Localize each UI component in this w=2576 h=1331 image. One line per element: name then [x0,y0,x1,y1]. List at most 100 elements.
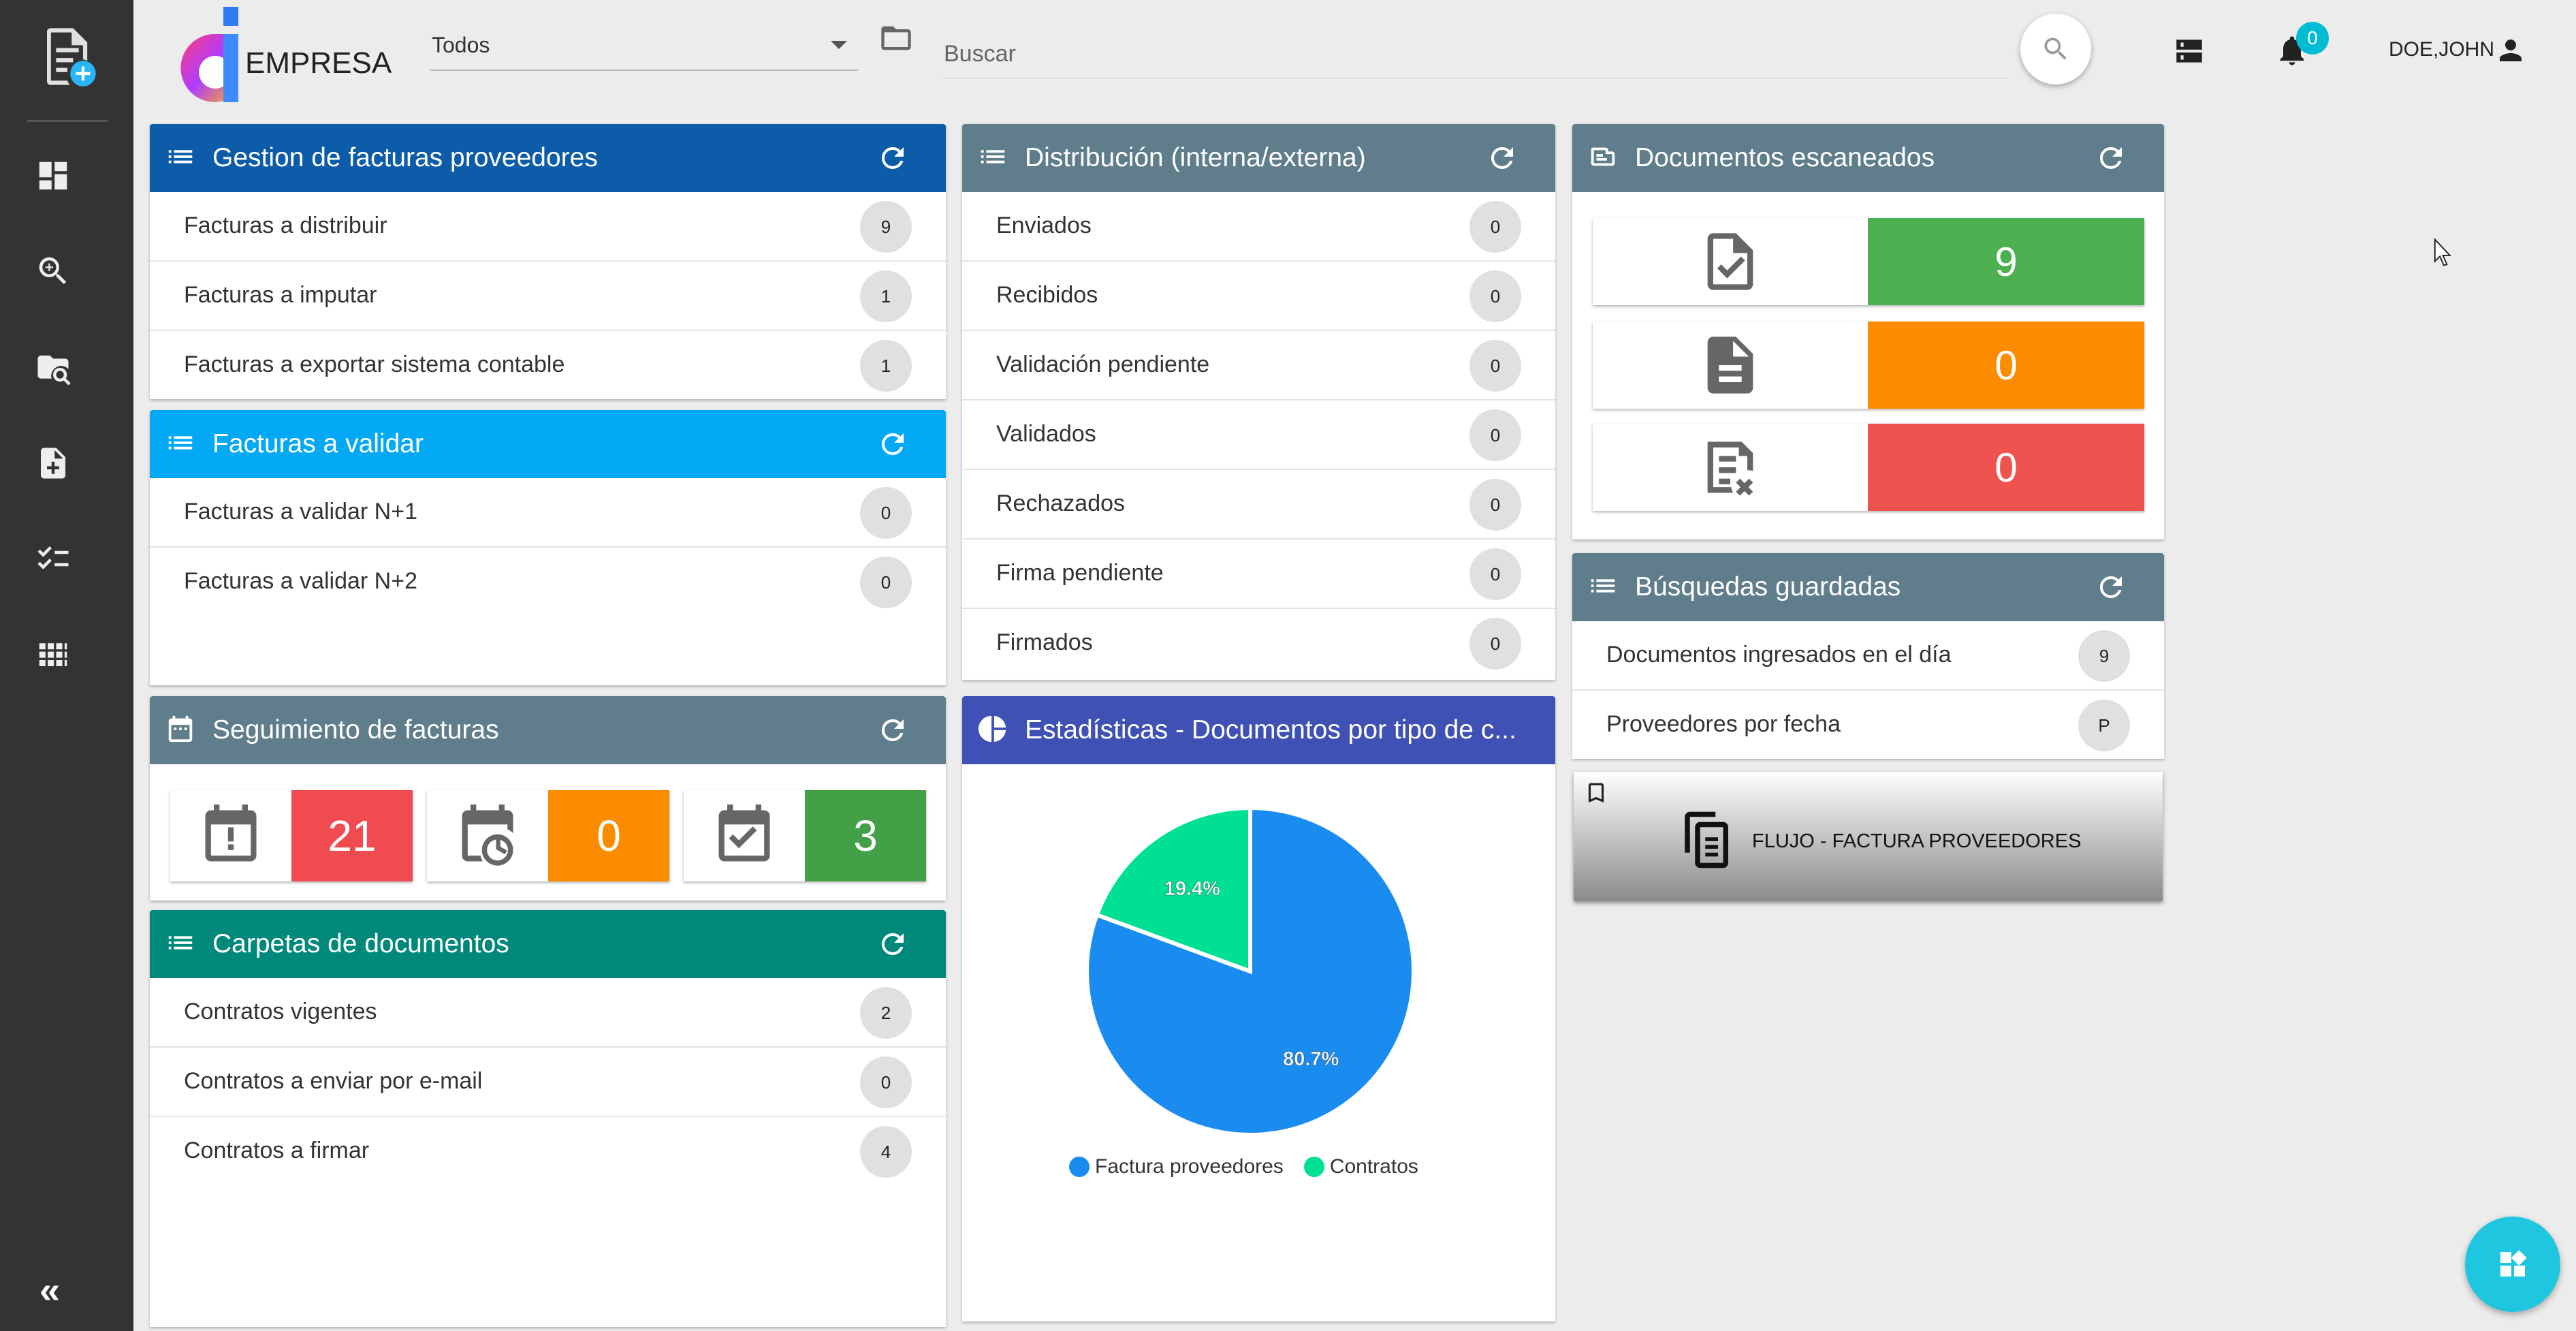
refresh-icon[interactable] [872,924,913,965]
count-badge: 0 [1469,340,1521,392]
checklist-icon[interactable] [33,538,74,579]
search-button[interactable] [2020,14,2091,84]
legend-swatch [1069,1157,1090,1177]
file-document-outline-icon [1677,807,1738,875]
list-icon [165,427,199,461]
mouse-cursor-icon [2434,238,2454,268]
folder-search-icon[interactable] [33,347,74,388]
list-item[interactable]: Facturas a validar N+1 0 [150,478,946,548]
list-item-label: Facturas a imputar [184,282,377,308]
refresh-icon[interactable] [2090,138,2131,178]
user-name[interactable]: DOE,JOHN [2389,38,2494,61]
stat-value: 0 [1868,424,2144,511]
list-item[interactable]: Proveedores por fecha P [1572,691,2164,760]
refresh-icon[interactable] [1482,138,1523,178]
count-badge: 9 [860,201,912,253]
stat-scanned-pending[interactable]: 0 [1593,322,2144,409]
workflow-card-factura-proveedores[interactable]: FLUJO - FACTURA PROVEEDORES [1574,772,2163,901]
list-item[interactable]: Facturas a exportar sistema contable 1 [150,331,946,401]
count-badge: 2 [860,987,912,1039]
stat-pending-invoices[interactable]: 0 [427,790,669,881]
list-item[interactable]: Firma pendiente 0 [962,539,1555,609]
panel-header: Documentos escaneados [1572,124,2164,192]
search-input[interactable] [942,30,2007,79]
new-document-icon[interactable] [30,19,105,94]
panel-title: Carpetas de documentos [212,929,509,958]
list-item-label: Contratos vigentes [184,999,377,1024]
list-item-label: Validados [996,421,1096,447]
count-badge: 4 [860,1126,912,1178]
stat-completed-invoices[interactable]: 3 [684,790,926,881]
workflow-card-label: FLUJO - FACTURA PROVEEDORES [1752,830,2082,852]
panel-header: Seguimiento de facturas [150,696,946,764]
list-item[interactable]: Facturas a distribuir 9 [150,192,946,262]
list-item[interactable]: Validados 0 [962,401,1555,470]
legend-label: Contratos [1329,1155,1418,1178]
stat-overdue-invoices[interactable]: 21 [170,790,413,881]
stat-scanned-valid[interactable]: 9 [1593,218,2144,305]
list-item[interactable]: Facturas a validar N+2 0 [150,548,946,617]
pie-slice-label: 19.4% [1164,878,1220,900]
stat-value: 0 [1868,322,2144,409]
calendar-clock-icon [427,790,548,881]
legend-item[interactable]: Factura proveedores [1069,1155,1284,1178]
bookmark-icon[interactable] [1583,779,1610,810]
list-item[interactable]: Validación pendiente 0 [962,331,1555,401]
refresh-icon[interactable] [872,138,913,178]
list-item[interactable]: Recibidos 0 [962,262,1555,331]
company-select[interactable]: Todos [430,26,858,71]
list-item[interactable]: Facturas a imputar 1 [150,262,946,331]
apps-grid-icon[interactable] [33,633,74,674]
list-item-label: Firma pendiente [996,560,1164,586]
stat-scanned-rejected[interactable]: 0 [1593,424,2144,511]
chart-legend: Factura proveedores Contratos [1069,1155,1439,1178]
list-item[interactable]: Contratos a enviar por e-mail 0 [150,1048,946,1117]
list-item-label: Documentos ingresados en el día [1606,642,1952,668]
list-item-label: Contratos a enviar por e-mail [184,1068,483,1094]
list-item[interactable]: Contratos vigentes 2 [150,978,946,1048]
server-icon[interactable] [2172,34,2209,71]
list-item[interactable]: Rechazados 0 [962,470,1555,539]
collapse-rail-icon[interactable]: « [39,1270,60,1311]
list-item-label: Facturas a distribuir [184,213,387,238]
stat-value: 3 [805,790,926,881]
panel-estadisticas: Estadísticas - Documentos por tipo de c.… [962,696,1555,1321]
user-account-icon[interactable] [2494,34,2528,68]
panel-carpetas-documentos: Carpetas de documentos Contratos vigente… [150,910,946,1327]
panel-title: Búsquedas guardadas [1635,572,1901,601]
legend-label: Factura proveedores [1095,1155,1284,1178]
list-item-label: Recibidos [996,282,1098,308]
panel-title: Facturas a validar [212,429,424,458]
zoom-search-icon[interactable] [33,251,74,292]
search-icon [2044,37,2067,60]
panel-title: Distribución (interna/externa) [1025,143,1366,172]
refresh-icon[interactable] [872,424,913,465]
count-badge: 9 [2078,630,2130,682]
list-icon [977,141,1011,175]
legend-item[interactable]: Contratos [1303,1155,1418,1178]
folder-open-icon[interactable] [878,20,917,56]
left-navigation-rail: « [0,0,133,1331]
list-item[interactable]: Contratos a firmar 4 [150,1117,946,1187]
panel-header: Carpetas de documentos [150,910,946,978]
panel-seguimiento-facturas: Seguimiento de facturas 21 0 3 [150,696,946,901]
count-badge: 0 [1469,479,1521,531]
add-file-icon[interactable] [33,443,74,484]
count-badge: 0 [860,557,912,608]
panel-header: Facturas a validar [150,410,946,478]
list-item[interactable]: Firmados 0 [962,609,1555,678]
panel-title: Estadísticas - Documentos por tipo de c.… [1025,715,1516,745]
panel-documentos-escaneados: Documentos escaneados 9 0 0 [1572,124,2164,539]
legend-swatch [1303,1157,1324,1177]
list-item[interactable]: Enviados 0 [962,192,1555,262]
pie-chart-icon [977,713,1011,747]
list-item-label: Facturas a validar N+1 [184,499,417,524]
add-widget-button[interactable] [2465,1217,2560,1312]
dashboard-icon[interactable] [33,155,74,196]
refresh-icon[interactable] [2090,567,2131,608]
company-logo-text: EMPRESA [245,46,392,80]
count-badge: 1 [860,270,912,322]
count-badge: 0 [1469,201,1521,253]
refresh-icon[interactable] [872,710,913,751]
list-item[interactable]: Documentos ingresados en el día 9 [1572,621,2164,691]
